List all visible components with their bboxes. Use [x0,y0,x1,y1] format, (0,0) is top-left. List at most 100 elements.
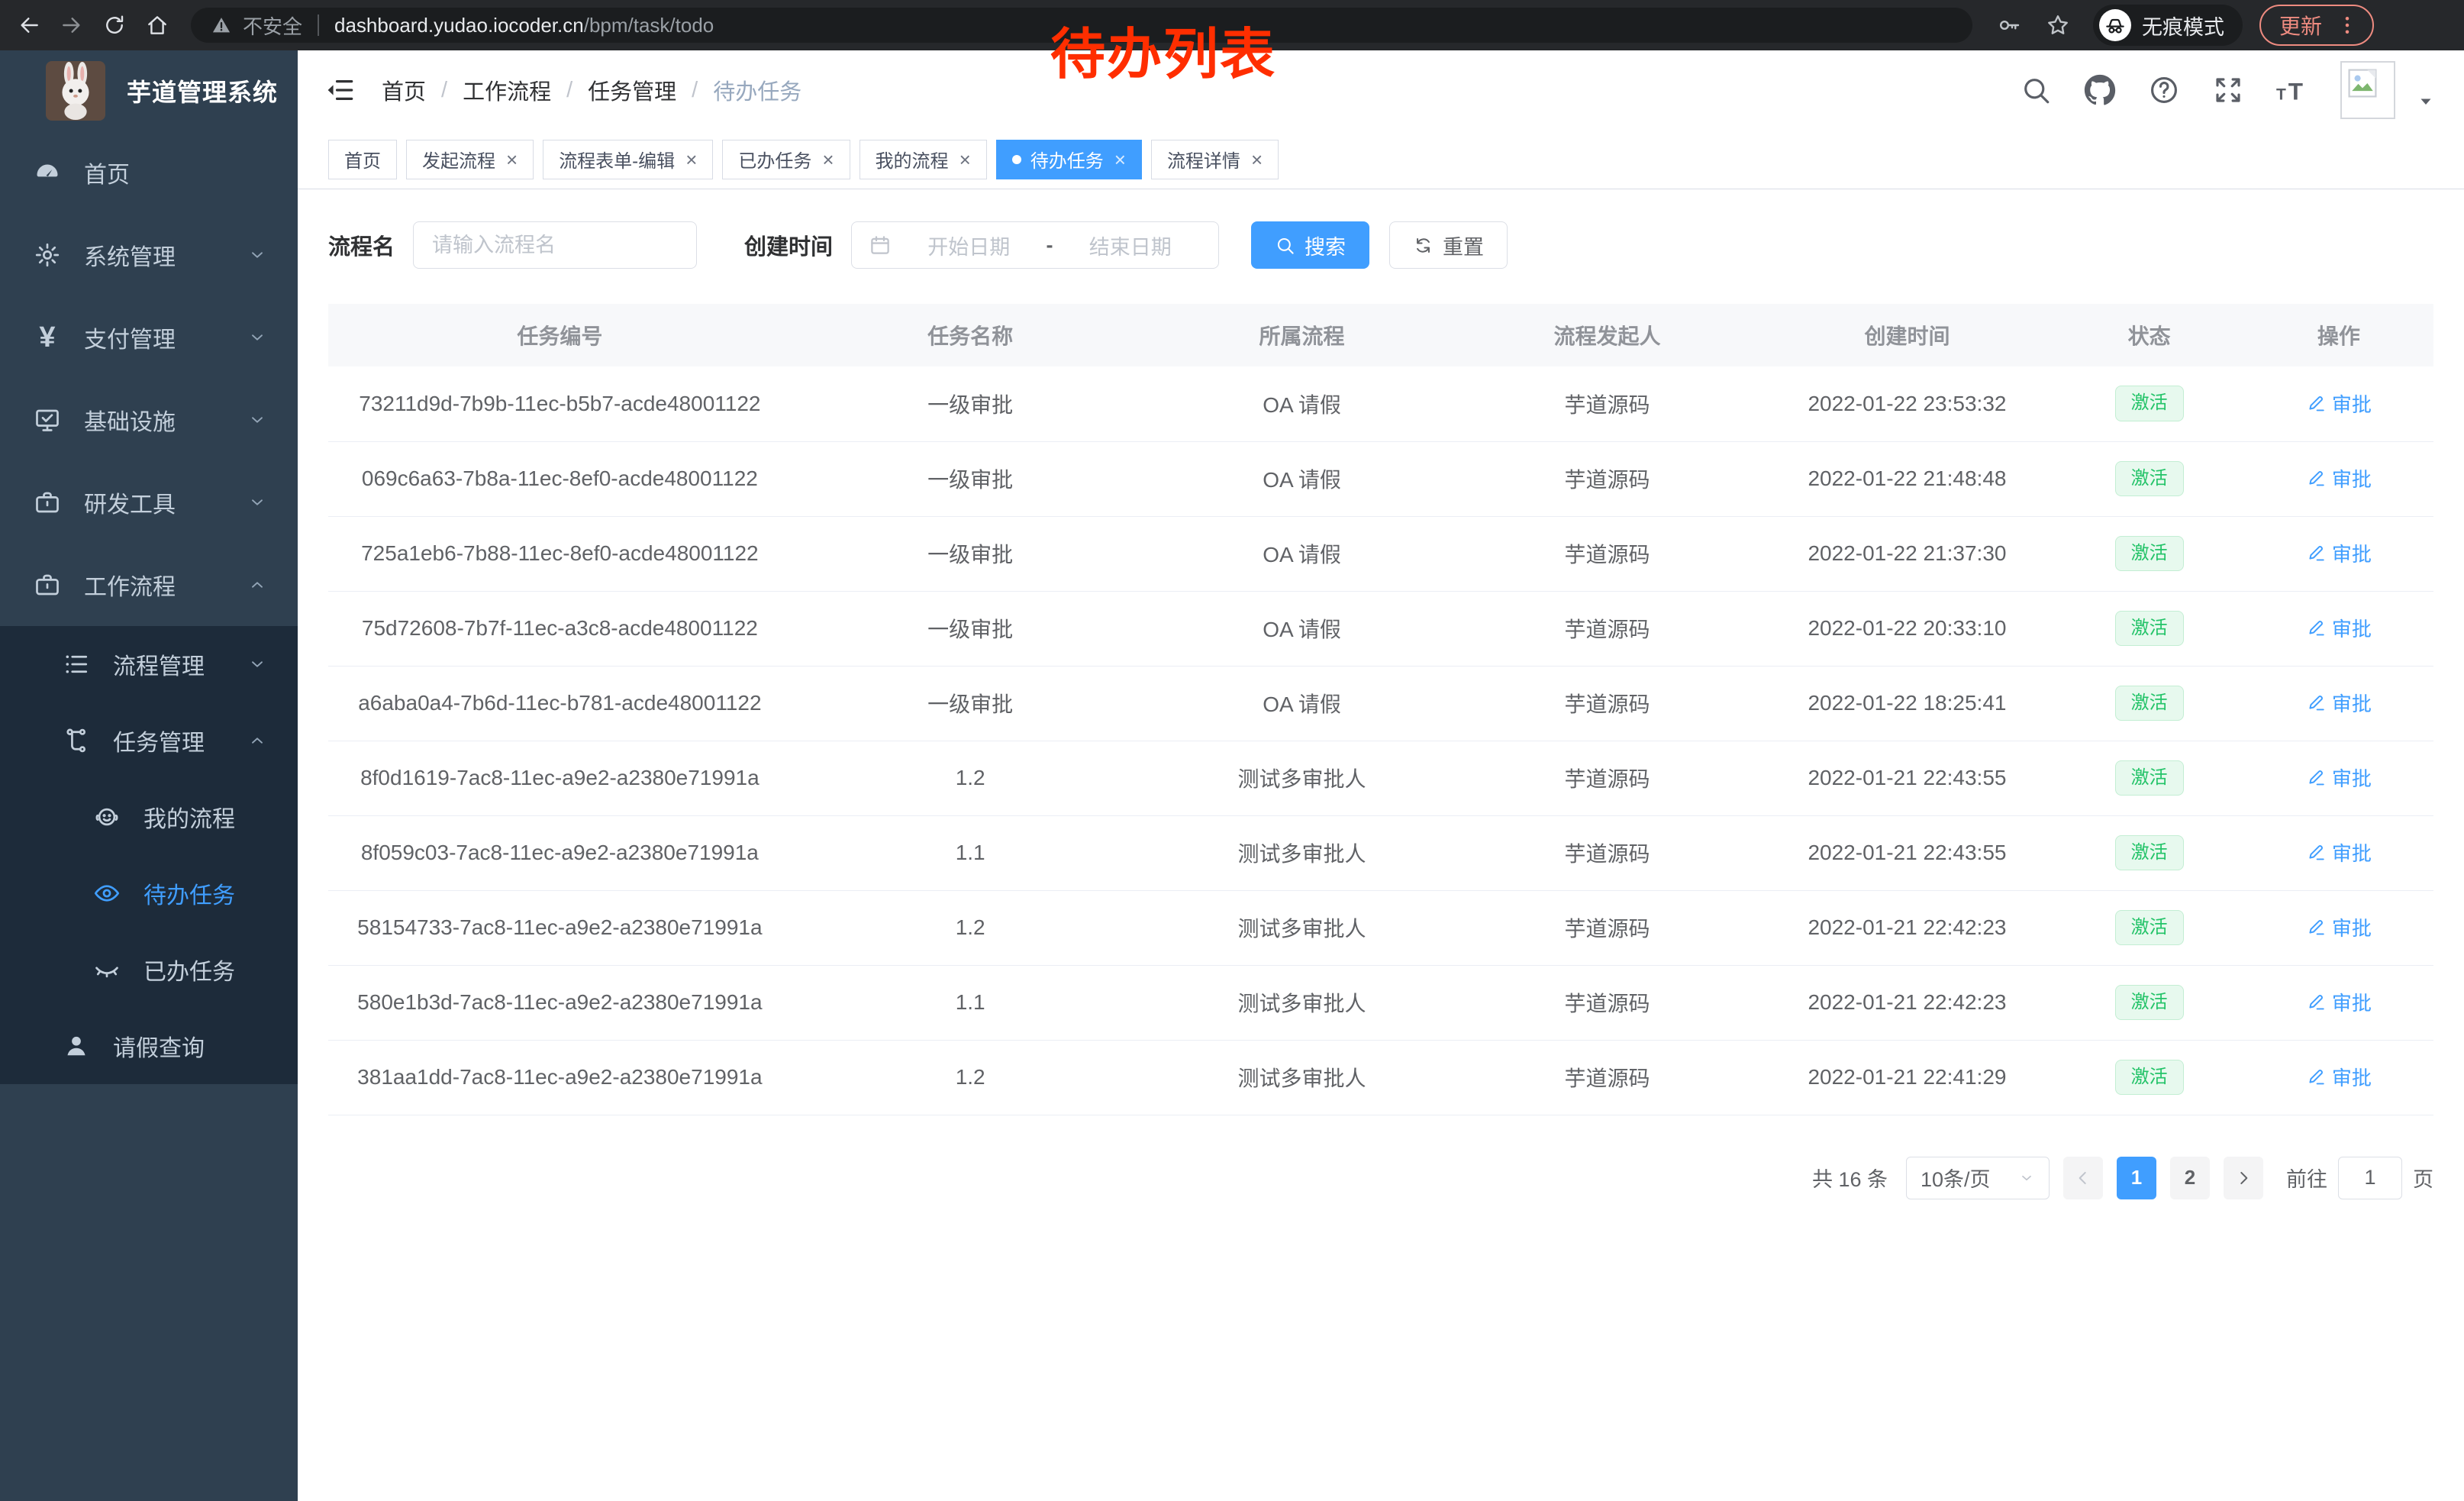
tab-流程表单-编辑[interactable]: 流程表单-编辑× [543,140,713,179]
goto-page-input[interactable] [2338,1157,2402,1199]
breadcrumb-item[interactable]: 首页 [382,74,426,106]
close-icon[interactable]: × [1114,150,1126,169]
sidebar-item-home[interactable]: 首页 [0,131,298,214]
close-icon[interactable]: × [685,150,697,169]
tab-首页[interactable]: 首页 [328,140,397,179]
close-icon[interactable]: × [959,150,971,169]
status-cell: 激活 [2055,815,2244,890]
task-id-cell: a6aba0a4-7b6d-11ec-b781-acde48001122 [328,666,792,741]
approve-link[interactable]: 审批 [2306,988,2372,1016]
sidebar-item-todo-task[interactable]: 待办任务 [0,855,298,931]
search-icon[interactable] [2020,74,2052,106]
next-page-button[interactable] [2224,1157,2263,1199]
close-icon[interactable]: × [506,150,518,169]
approve-link[interactable]: 审批 [2306,913,2372,941]
tab-发起流程[interactable]: 发起流程× [406,140,534,179]
date-range-separator: - [1047,234,1053,257]
starter-cell: 芋道源码 [1455,815,1760,890]
breadcrumb-item[interactable]: 任务管理 [588,74,676,106]
help-icon[interactable] [2148,74,2180,106]
task-id-cell: 725a1eb6-7b88-11ec-8ef0-acde48001122 [328,516,792,591]
sidebar-item-process-mgmt[interactable]: 流程管理 [0,626,298,702]
status-cell: 激活 [2055,965,2244,1040]
browser-reload-icon[interactable] [96,7,133,44]
tab-label: 我的流程 [876,146,949,173]
sidebar-item-pay-mgmt[interactable]: ¥支付管理 [0,296,298,379]
browser-home-icon[interactable] [139,7,176,44]
avatar-dropdown-icon[interactable] [2417,92,2435,111]
breadcrumb-item: 待办任务 [713,74,801,106]
created-cell: 2022-01-21 22:42:23 [1759,890,2054,965]
bookmark-star-icon[interactable] [2046,13,2070,37]
browser-back-icon[interactable] [11,7,47,44]
browser-menu-icon[interactable] [2336,14,2359,37]
not-secure-warning-icon[interactable] [211,15,232,36]
password-key-icon[interactable] [1997,13,2021,37]
starter-cell: 芋道源码 [1455,441,1760,516]
sidebar-item-done-task[interactable]: 已办任务 [0,931,298,1008]
approve-link[interactable]: 审批 [2306,1063,2372,1091]
sidebar-item-infra[interactable]: 基础设施 [0,379,298,461]
task-name-cell: 一级审批 [792,591,1150,666]
tab-流程详情[interactable]: 流程详情× [1151,140,1279,179]
github-icon[interactable] [2084,74,2116,106]
prev-page-button[interactable] [2063,1157,2103,1199]
starter-cell: 芋道源码 [1455,741,1760,815]
sidebar-item-leave-query[interactable]: 请假查询 [0,1008,298,1084]
sidebar-item-my-process[interactable]: 我的流程 [0,779,298,855]
date-range-picker[interactable]: 开始日期 - 结束日期 [851,221,1219,269]
sidebar-menu: 首页系统管理 ¥支付管理基础设施研发工具工作流程流程管理任务管理我的流程待办任务已… [0,131,298,1084]
tab-我的流程[interactable]: 我的流程 × [859,140,987,179]
search-button[interactable]: 搜索 [1251,221,1369,269]
approve-link[interactable]: 审批 [2306,389,2372,418]
process-name-input[interactable] [413,221,697,269]
sidebar-item-workflow[interactable]: 工作流程 [0,544,298,626]
approve-link-label: 审批 [2332,913,2372,941]
status-badge: 激活 [2115,760,2184,796]
browser-forward-icon[interactable] [53,7,90,44]
created-cell: 2022-01-22 23:53:32 [1759,366,2054,441]
approve-link[interactable]: 审批 [2306,838,2372,867]
created-cell: 2022-01-22 21:48:48 [1759,441,2054,516]
tab-已办任务[interactable]: 已办任务 × [722,140,850,179]
reset-button[interactable]: 重置 [1389,221,1508,269]
svg-text:T: T [2288,77,2303,105]
close-icon[interactable]: × [822,150,834,169]
font-size-icon[interactable]: TT [2276,74,2308,106]
avatar[interactable] [2340,61,2395,119]
starter-cell: 芋道源码 [1455,666,1760,741]
sidebar-item-system-mgmt[interactable]: 系统管理 [0,214,298,296]
list-icon [60,650,93,678]
starter-cell: 芋道源码 [1455,1040,1760,1115]
task-name-cell: 1.1 [792,815,1150,890]
fullscreen-icon[interactable] [2212,74,2244,106]
briefcase-icon [31,489,64,516]
url-host: dashboard.yudao.iocoder.cn [334,14,584,37]
approve-link[interactable]: 审批 [2306,689,2372,717]
breadcrumb-item[interactable]: 工作流程 [463,74,551,106]
svg-text:T: T [2276,86,2286,103]
dashboard-icon [31,159,64,186]
approve-link[interactable]: 审批 [2306,614,2372,642]
table-row: 580e1b3d-7ac8-11ec-a9e2-a2380e71991a1.1测… [328,965,2433,1040]
tab-待办任务[interactable]: 待办任务× [996,140,1142,179]
action-cell: 审批 [2244,666,2433,741]
start-date-placeholder[interactable]: 开始日期 [898,231,1040,260]
tab-label: 已办任务 [738,146,811,173]
sidebar-item-task-mgmt[interactable]: 任务管理 [0,702,298,779]
end-date-placeholder[interactable]: 结束日期 [1059,231,1202,260]
edit-pen-icon [2306,468,2326,488]
approve-link[interactable]: 审批 [2306,464,2372,492]
approve-link[interactable]: 审批 [2306,763,2372,792]
page-size-select[interactable]: 10条/页 [1906,1157,2050,1199]
close-icon[interactable]: × [1251,150,1263,169]
approve-link[interactable]: 审批 [2306,539,2372,567]
browser-update-button[interactable]: 更新 [2259,5,2374,46]
process-cell: OA 请假 [1150,366,1455,441]
sidebar-item-label: 系统管理 [84,238,176,272]
sidebar-fold-icon[interactable] [324,74,356,106]
page-button-1[interactable]: 1 [2117,1157,2156,1199]
page-button-2[interactable]: 2 [2170,1157,2210,1199]
chevron-down-icon [247,654,267,674]
sidebar-item-dev-tools[interactable]: 研发工具 [0,461,298,544]
